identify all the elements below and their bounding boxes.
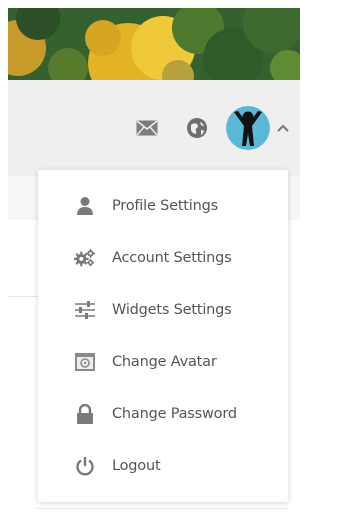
- header-icons: [136, 106, 290, 150]
- menu-item-label: Logout: [112, 458, 161, 474]
- user-icon: [74, 195, 96, 217]
- mail-icon[interactable]: [136, 120, 158, 136]
- globe-icon[interactable]: [186, 117, 208, 139]
- divider: [8, 296, 38, 297]
- app-frame: Profile Settings Account Settings Widget…: [0, 0, 345, 525]
- menu-item-label: Profile Settings: [112, 198, 218, 214]
- chevron-up-icon[interactable]: [276, 121, 290, 135]
- menu-item-label: Account Settings: [112, 250, 232, 266]
- image-icon: [74, 351, 96, 373]
- menu-item-label: Change Password: [112, 406, 237, 422]
- menu-item-profile-settings[interactable]: Profile Settings: [38, 180, 288, 232]
- menu-item-change-password[interactable]: Change Password: [38, 388, 288, 440]
- sliders-icon: [74, 299, 96, 321]
- divider: [36, 508, 288, 509]
- lock-icon: [74, 403, 96, 425]
- menu-item-account-settings[interactable]: Account Settings: [38, 232, 288, 284]
- menu-item-logout[interactable]: Logout: [38, 440, 288, 492]
- power-icon: [74, 455, 96, 477]
- user-avatar[interactable]: [226, 106, 270, 150]
- menu-item-label: Widgets Settings: [112, 302, 232, 318]
- dropdown-list: Profile Settings Account Settings Widget…: [38, 170, 288, 492]
- menu-item-widgets-settings[interactable]: Widgets Settings: [38, 284, 288, 336]
- user-dropdown-menu: Profile Settings Account Settings Widget…: [38, 170, 288, 502]
- gears-icon: [74, 247, 96, 269]
- top-header-bar: [8, 80, 300, 176]
- menu-item-change-avatar[interactable]: Change Avatar: [38, 336, 288, 388]
- banner-image: [8, 8, 300, 80]
- menu-item-label: Change Avatar: [112, 354, 217, 370]
